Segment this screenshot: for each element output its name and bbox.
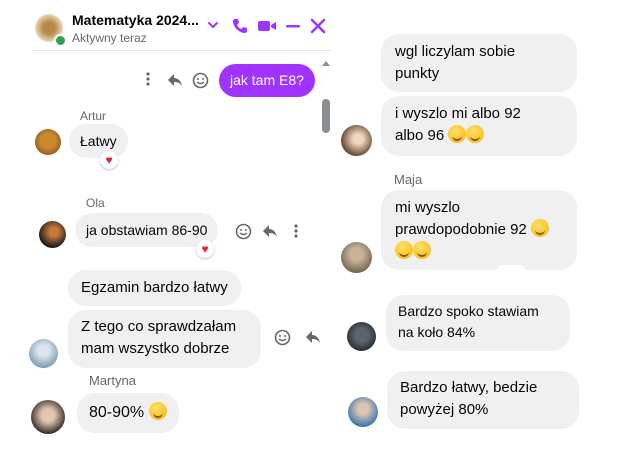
sender-name: Artur <box>80 109 107 123</box>
message-text-line: mam wszystko dobrze <box>81 340 230 357</box>
close-icon[interactable] <box>309 17 327 35</box>
message-bubble[interactable]: mi wyszlo prawdopodobnie 92 <box>381 190 577 270</box>
right-message-panel: wgl liczylam sobie punkty i wyszlo mi al… <box>333 0 625 469</box>
reaction-placeholder <box>496 265 526 279</box>
smile-icon[interactable] <box>235 223 252 240</box>
chat-header[interactable]: Matematyka 2024... Aktywny teraz <box>32 8 332 48</box>
message-text: jak tam E8? <box>230 72 304 88</box>
message-text-line: Z tego co sprawdzałam <box>81 318 237 335</box>
avatar[interactable] <box>347 322 376 351</box>
heart-reaction[interactable]: ♥ <box>196 240 214 258</box>
party-face-emoji <box>413 241 431 259</box>
party-face-emoji <box>448 125 467 143</box>
chevron-down-icon[interactable] <box>206 18 220 32</box>
message-text-line: na koło 84% <box>398 324 476 340</box>
phone-icon[interactable] <box>231 17 249 35</box>
message-text-line: wgl liczylam sobie <box>395 43 516 60</box>
avatar[interactable] <box>35 129 61 155</box>
message-bubble[interactable]: Bardzo spoko stawiam na koło 84% <box>386 295 570 351</box>
avatar[interactable] <box>31 400 65 434</box>
message-bubble[interactable]: i wyszlo mi albo 92 albo 96 <box>381 96 577 156</box>
smile-icon[interactable] <box>274 329 291 346</box>
avatar[interactable] <box>348 397 378 427</box>
message-text-line: mi wyszlo <box>395 199 461 216</box>
message-text-line: i wyszlo mi albo 92 <box>395 105 521 122</box>
message-bubble[interactable]: Z tego co sprawdzałam mam wszystko dobrz… <box>68 310 261 368</box>
message-text-line: powyżej 80% <box>400 401 489 418</box>
more-icon[interactable] <box>140 71 156 92</box>
message-bubble[interactable]: Bardzo łatwy, bedzie powyżej 80% <box>387 371 579 429</box>
reply-icon[interactable] <box>166 72 184 88</box>
grinning-emoji <box>148 402 167 420</box>
chat-status: Aktywny teraz <box>72 31 147 45</box>
avatar[interactable] <box>341 125 372 156</box>
more-icon[interactable] <box>294 223 298 239</box>
message-text-line: prawdopodobnie 92 <box>395 219 563 241</box>
message-text: albo 96 <box>395 127 445 144</box>
party-face-emoji <box>395 241 413 259</box>
scrollbar-up-arrow[interactable] <box>320 55 332 66</box>
smile-icon[interactable] <box>192 72 209 89</box>
message-bubble[interactable]: Egzamin bardzo łatwy <box>68 270 241 306</box>
party-face-emoji <box>530 219 549 237</box>
avatar[interactable] <box>39 221 66 248</box>
message-text: Łatwy <box>80 133 117 149</box>
message-text: 80-90% <box>89 404 145 421</box>
avatar[interactable] <box>29 339 58 368</box>
heart-reaction[interactable]: ♥ <box>100 151 118 169</box>
sender-name: Ola <box>86 196 105 210</box>
avatar[interactable] <box>341 242 372 273</box>
video-icon[interactable] <box>257 17 277 35</box>
chat-window: Matematyka 2024... Aktywny teraz jak tam… <box>0 0 333 469</box>
sender-name: Martyna <box>89 373 136 388</box>
message-text-line: Bardzo spoko stawiam <box>398 303 539 319</box>
chat-title[interactable]: Matematyka 2024... <box>72 12 199 28</box>
message-text: prawdopodobnie 92 <box>395 221 527 238</box>
message-bubble[interactable]: Łatwy <box>69 124 128 158</box>
message-text-line: Bardzo łatwy, bedzie <box>400 379 538 396</box>
message-bubble[interactable]: ja obstawiam 86-90 <box>75 213 219 247</box>
reply-icon[interactable] <box>261 223 279 239</box>
message-text: Egzamin bardzo łatwy <box>81 279 228 296</box>
header-divider <box>32 50 332 51</box>
reply-icon[interactable] <box>304 329 322 345</box>
party-face-emoji <box>466 125 485 143</box>
message-bubble[interactable]: 80-90% <box>77 393 179 433</box>
online-indicator <box>54 34 67 47</box>
message-text: ja obstawiam 86-90 <box>86 222 208 238</box>
message-bubble[interactable]: wgl liczylam sobie punkty <box>381 34 577 92</box>
scrollbar-thumb[interactable] <box>322 99 330 133</box>
message-text-line <box>395 241 563 263</box>
message-text-line: albo 96 <box>395 125 563 147</box>
sender-name: Maja <box>394 172 423 187</box>
minimize-icon[interactable] <box>284 17 302 35</box>
message-text-line: punkty <box>395 65 440 82</box>
outgoing-message-bubble[interactable]: jak tam E8? <box>219 64 315 97</box>
